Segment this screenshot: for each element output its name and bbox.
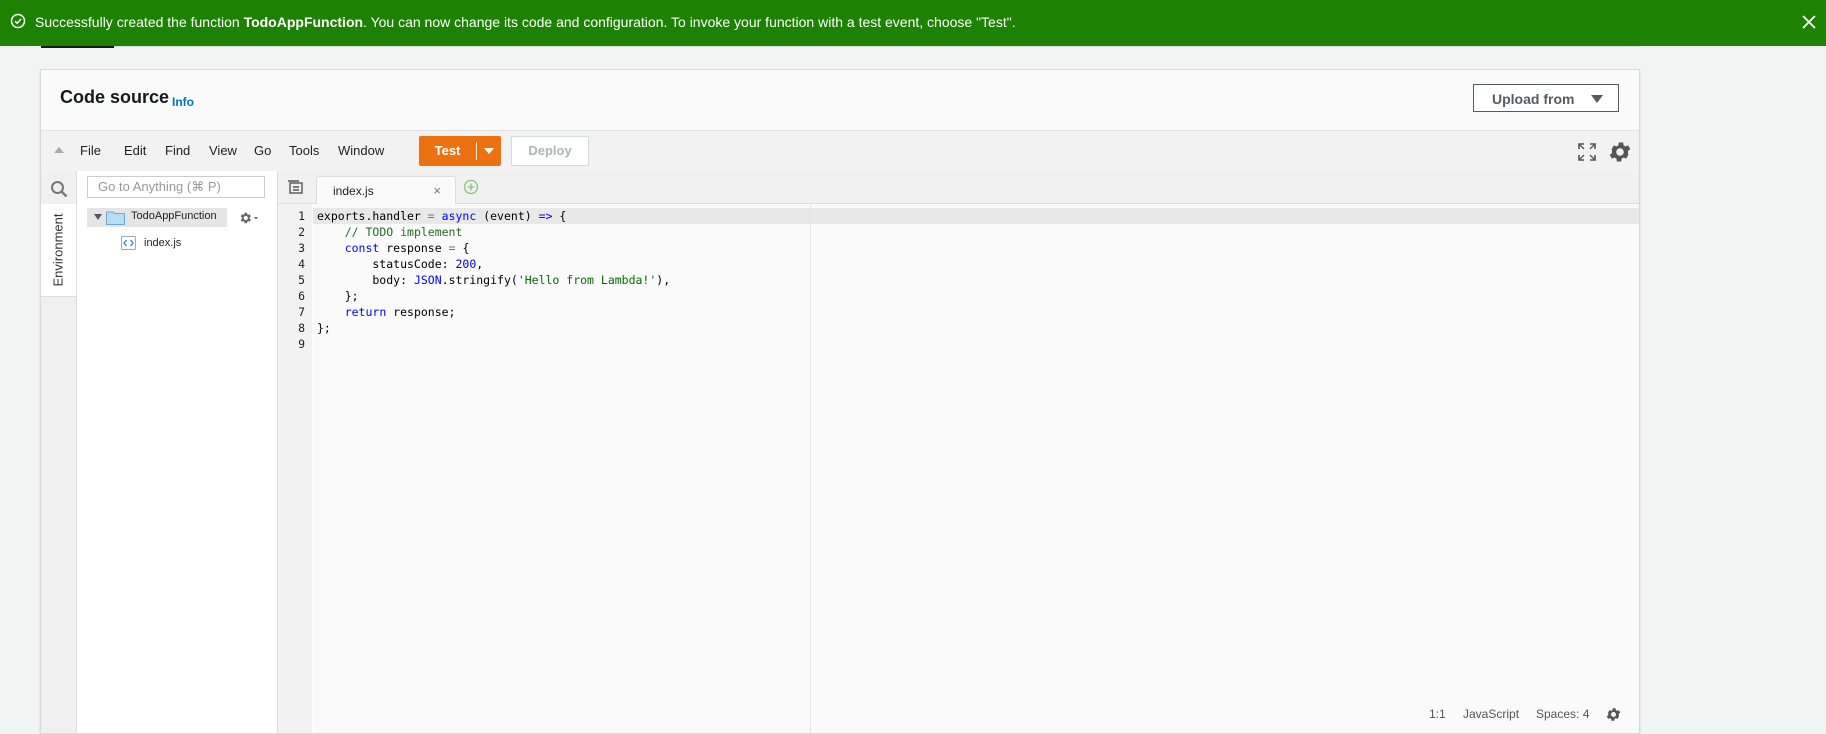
tab-label: index.js [333,184,374,198]
panel-title: Code source [60,87,170,107]
indentation-setting[interactable]: Spaces: 4 [1536,707,1589,721]
line-number: 6 [298,289,305,303]
menu-view[interactable]: View [209,143,237,158]
menu-tools[interactable]: Tools [289,143,319,158]
code-source-panel: Code source Info Upload from File Edit F… [40,69,1640,734]
success-flashbar: Successfully created the function TodoAp… [0,0,1826,46]
test-dropdown-button[interactable] [477,136,501,166]
add-tab-icon[interactable] [463,179,479,195]
line-number: 8 [298,321,305,335]
menu-edit[interactable]: Edit [124,143,146,158]
menu-window[interactable]: Window [338,143,384,158]
search-icon[interactable] [50,180,68,198]
go-to-anything-input[interactable]: Go to Anything (⌘ P) [87,176,265,198]
upload-from-button[interactable]: Upload from [1473,84,1619,112]
tree-settings-gear-icon[interactable] [237,210,261,226]
folder-name: TodoAppFunction [131,210,217,222]
line-number: 7 [298,305,305,319]
menu-file[interactable]: File [80,143,101,158]
info-link[interactable]: Info [172,95,194,109]
close-tab-icon[interactable]: × [433,183,441,198]
caret-down-icon [484,148,494,154]
close-icon[interactable] [1800,13,1818,31]
line-number: 9 [298,337,305,351]
upload-from-label: Upload from [1492,91,1575,107]
folder-icon [106,211,125,225]
deploy-button[interactable]: Deploy [511,136,589,166]
language-mode[interactable]: JavaScript [1463,707,1519,721]
code-area[interactable]: exports.handler = async (event) => { // … [313,204,1639,733]
test-split-button: Test [419,136,501,166]
line-number: 5 [298,273,305,287]
panel-header: Code source Info Upload from [41,70,1639,130]
editor-status-bar: 1:1 JavaScript Spaces: 4 [1429,707,1629,723]
code-line: }; [317,289,359,303]
menu-go[interactable]: Go [254,143,271,158]
environment-file-tree: Go to Anything (⌘ P) TodoAppFunction ind… [77,171,278,733]
code-line: const response = { [344,241,470,255]
code-line: }; [317,321,331,335]
line-number: 2 [298,225,305,239]
flash-message-prefix: Successfully created the function [35,14,244,30]
code-line: exports.handler = async (event) => { [317,209,567,223]
page-tab-underline [41,46,1639,48]
left-rail-filler [41,297,76,733]
cursor-position[interactable]: 1:1 [1429,707,1446,721]
code-editor[interactable]: 1 2 3 4 5 6 7 8 9 exports.handler = asyn… [278,204,1639,733]
tab-index-js[interactable]: index.js × [316,176,456,204]
tab-list-icon[interactable] [287,180,303,194]
file-name: index.js [144,237,182,249]
code-line: body: JSON.stringify('Hello from Lambda!… [317,273,671,287]
flash-message: Successfully created the function TodoAp… [35,0,1016,44]
code-line: statusCode: 200, [317,257,484,271]
success-check-icon [10,13,26,29]
flash-function-name: TodoAppFunction [243,14,364,30]
test-button[interactable]: Test [419,136,476,166]
caret-down-icon [1591,95,1603,103]
line-number: 3 [298,241,305,255]
chevron-down-icon[interactable] [94,214,102,220]
collapse-arrow-icon[interactable] [54,147,64,153]
editor-settings-gear-icon[interactable] [1605,706,1622,723]
editor-tab-bar: index.js × [278,171,1639,204]
line-number: 1 [298,209,305,223]
fullscreen-icon[interactable] [1578,143,1596,161]
active-tab-indicator [41,46,114,48]
line-number: 4 [298,257,305,271]
menu-find[interactable]: Find [165,143,190,158]
print-margin [810,204,811,733]
gear-icon[interactable] [1607,139,1633,165]
line-number-gutter: 1 2 3 4 5 6 7 8 9 [278,204,312,733]
flash-message-suffix: . You can now change its code and config… [363,14,1016,30]
environment-tab[interactable]: Environment [41,204,76,297]
code-line: // TODO implement [344,225,463,239]
ide-left-rail: Environment [41,171,77,733]
environment-tab-label: Environment [50,213,66,287]
folder-row-todoappfunction[interactable]: TodoAppFunction [87,208,227,227]
code-line: return response; [344,305,456,319]
ide-toolbar: File Edit Find View Go Tools Window Test… [41,130,1639,172]
js-file-icon [121,236,136,250]
